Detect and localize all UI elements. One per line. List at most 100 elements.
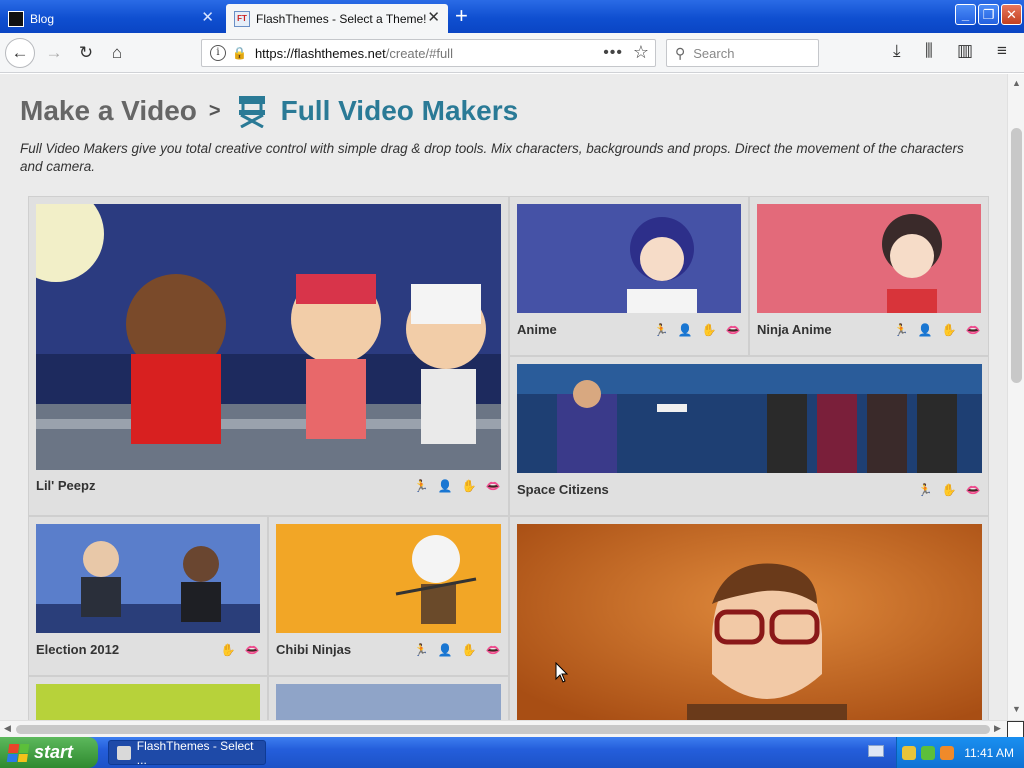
theme-card-lil-peepz[interactable]: Lil' Peepz 🏃 👤 ✋ 👄 [28, 196, 509, 516]
scroll-left-arrow-icon[interactable]: ◀ [4, 723, 11, 734]
keyboard-icon[interactable] [868, 745, 884, 757]
search-tray-icon[interactable] [940, 745, 954, 760]
scroll-down-arrow-icon[interactable]: ▼ [1012, 704, 1021, 714]
search-icon: ⚲ [675, 44, 686, 61]
new-tab-plus-icon[interactable]: + [455, 4, 468, 28]
theme-name[interactable]: Space Citizens [517, 482, 609, 497]
lips-icon: 👄 [485, 479, 501, 493]
close-icon[interactable]: ✕ [427, 10, 440, 25]
page-actions-icon[interactable]: ••• [603, 44, 623, 62]
download-icon[interactable]: ⤓ [893, 41, 901, 61]
theme-thumbnail[interactable] [36, 204, 501, 470]
hand-icon: ✋ [941, 323, 957, 337]
theme-card-anime[interactable]: Anime 🏃 👤 ✋ 👄 [509, 196, 749, 356]
sidebar-icon[interactable]: ▥ [957, 41, 973, 61]
security-shield-icon[interactable] [902, 745, 916, 760]
forward-arrow-icon[interactable]: → [40, 39, 68, 67]
window-restore-button[interactable]: ❐ [978, 4, 999, 25]
theme-thumbnail[interactable] [517, 524, 982, 720]
theme-name[interactable]: Anime [517, 322, 557, 337]
lock-icon[interactable]: 🔒 [232, 46, 247, 60]
theme-card-partial[interactable] [268, 676, 509, 720]
lips-icon: 👄 [725, 323, 741, 337]
lips-icon: 👄 [965, 483, 981, 497]
theme-thumbnail[interactable] [517, 204, 741, 313]
taskbar: start FlashThemes - Select ... 11:41 AM [0, 737, 1024, 768]
url-text[interactable]: https://flashthemes.net/create/#full [255, 46, 453, 61]
window-close-button[interactable]: ✕ [1001, 4, 1022, 25]
hamburger-menu-icon[interactable]: ≡ [997, 41, 1007, 61]
theme-thumbnail[interactable] [517, 364, 982, 473]
tab-blog[interactable]: Blog ✕ [0, 4, 222, 33]
mouse-cursor-icon [555, 662, 569, 683]
windows-logo-icon [6, 743, 30, 762]
theme-thumbnail[interactable] [276, 524, 501, 633]
flashthemes-favicon-icon: FT [234, 10, 250, 27]
network-icon[interactable] [921, 745, 935, 760]
lips-icon: 👄 [244, 643, 260, 657]
theme-name[interactable]: Chibi Ninjas [276, 642, 351, 657]
theme-card-chibi-ninjas[interactable]: Chibi Ninjas 🏃 👤 ✋ 👄 [268, 516, 509, 676]
search-input[interactable]: ⚲ Search [666, 39, 819, 67]
theme-thumbnail[interactable] [276, 684, 501, 720]
tab-strip: Blog ✕ FT FlashThemes - Select a Theme! … [0, 0, 1024, 33]
hand-icon: ✋ [701, 323, 717, 337]
tab-title: Blog [30, 11, 55, 26]
bookmark-star-icon[interactable]: ☆ [633, 42, 649, 63]
home-icon[interactable]: ⌂ [103, 39, 131, 67]
back-arrow-icon[interactable]: ← [5, 38, 35, 68]
url-path: /create/#full [385, 45, 453, 61]
library-icon[interactable]: ⫼ [925, 41, 933, 61]
lips-icon: 👄 [485, 643, 501, 657]
clock: 11:41 AM [964, 745, 1014, 760]
theme-thumbnail[interactable] [757, 204, 981, 313]
hand-icon: ✋ [461, 479, 477, 493]
page-viewport: Make a Video > Full Video Makers Full Vi… [0, 74, 1007, 720]
scroll-thumb[interactable] [16, 725, 990, 734]
scroll-up-arrow-icon[interactable]: ▲ [1012, 78, 1021, 88]
feature-icons: 🏃 👤 ✋ 👄 [412, 643, 502, 657]
intro-text: Full Video Makers give you total creativ… [20, 141, 964, 174]
search-placeholder: Search [693, 45, 735, 61]
breadcrumb-separator: > [208, 99, 221, 122]
theme-card-partial[interactable] [28, 676, 268, 720]
reload-icon[interactable]: ↻ [72, 39, 100, 67]
run-icon: 🏃 [413, 479, 429, 493]
start-label: start [34, 742, 74, 762]
scroll-right-arrow-icon[interactable]: ▶ [994, 723, 1001, 734]
window-minimize-button[interactable]: _ [955, 4, 976, 25]
theme-thumbnail[interactable] [36, 524, 260, 633]
lips-icon: 👄 [965, 323, 981, 337]
theme-name[interactable]: Lil' Peepz [36, 478, 95, 493]
tab-flashthemes[interactable]: FT FlashThemes - Select a Theme! ✕ [226, 4, 448, 33]
firefox-app-icon [117, 745, 131, 760]
breadcrumb: Make a Video > Full Video Makers [20, 94, 518, 128]
blog-favicon-icon [8, 10, 24, 27]
theme-name[interactable]: Ninja Anime [757, 322, 832, 337]
taskbar-window-item[interactable]: FlashThemes - Select ... [108, 738, 266, 767]
person-icon: 👤 [437, 643, 453, 657]
vertical-scrollbar[interactable]: ▲ ▼ [1007, 74, 1024, 720]
url-host: https://flashthemes.net [254, 45, 386, 61]
hand-icon: ✋ [941, 483, 957, 497]
taskbar-window-title: FlashThemes - Select ... [136, 738, 254, 767]
hand-icon: ✋ [220, 643, 236, 657]
feature-icons: 🏃 👤 ✋ 👄 [652, 323, 742, 337]
theme-thumbnail[interactable] [36, 684, 260, 720]
theme-card-ninja-anime[interactable]: Ninja Anime 🏃 👤 ✋ 👄 [749, 196, 989, 356]
theme-card-space-citizens[interactable]: Space Citizens 🏃 ✋ 👄 [509, 356, 989, 516]
horizontal-scrollbar[interactable]: ◀ ▶ [0, 720, 1024, 738]
info-icon[interactable]: i [210, 45, 226, 61]
breadcrumb-make-a-video[interactable]: Make a Video [20, 95, 197, 127]
scroll-thumb[interactable] [1011, 128, 1022, 383]
run-icon: 🏃 [413, 643, 429, 657]
theme-name[interactable]: Election 2012 [36, 642, 119, 657]
theme-card-election-2012[interactable]: Election 2012 ✋ 👄 [28, 516, 268, 676]
theme-card-featured[interactable] [509, 516, 989, 720]
address-bar[interactable]: i 🔒 https://flashthemes.net/create/#full… [201, 39, 656, 67]
close-icon[interactable]: ✕ [201, 10, 214, 25]
run-icon: 🏃 [917, 483, 933, 497]
start-button[interactable]: start [0, 737, 98, 768]
feature-icons: 🏃 👤 ✋ 👄 [892, 323, 982, 337]
person-icon: 👤 [437, 479, 453, 493]
